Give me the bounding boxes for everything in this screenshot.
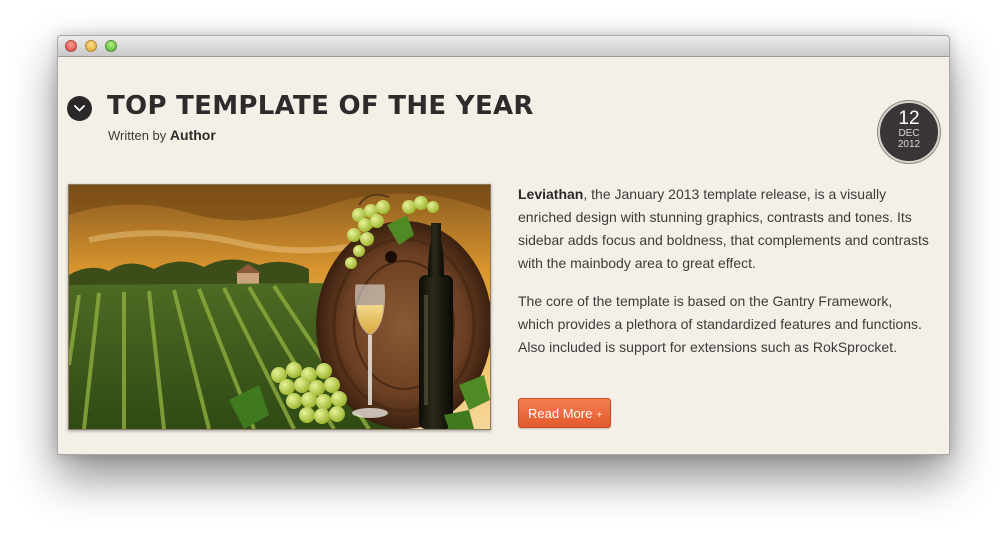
product-name: Leviathan [518,186,584,202]
plus-icon: + [596,410,603,421]
read-more-label: Read More [528,406,593,421]
collapse-toggle-button[interactable] [67,96,92,121]
intro-paragraph: Leviathan, the January 2013 template rel… [518,183,930,275]
chevron-down-icon [74,105,85,112]
author-name[interactable]: Author [170,127,216,143]
zoom-window-button[interactable] [105,40,117,52]
browser-window: TOP TEMPLATE OF THE YEAR Written by Auth… [57,35,950,455]
article-title: TOP TEMPLATE OF THE YEAR [107,91,534,121]
date-badge: 12 DEC 2012 [878,101,940,163]
read-more-button[interactable]: Read More + [518,398,612,428]
article-body: Leviathan, the January 2013 template rel… [518,183,930,374]
written-by-label: Written by [108,128,167,143]
second-paragraph: The core of the template is based on the… [518,293,922,355]
minimize-window-button[interactable] [85,40,97,52]
date-day: 12 [898,108,920,129]
date-month: DEC [898,128,920,139]
window-titlebar [58,36,949,57]
vineyard-wine-illustration [69,185,490,429]
date-year: 2012 [897,139,921,150]
article-byline: Written by Author [108,127,216,143]
article-block: TOP TEMPLATE OF THE YEAR Written by Auth… [58,57,949,454]
article-image [68,184,491,430]
close-window-button[interactable] [65,40,77,52]
